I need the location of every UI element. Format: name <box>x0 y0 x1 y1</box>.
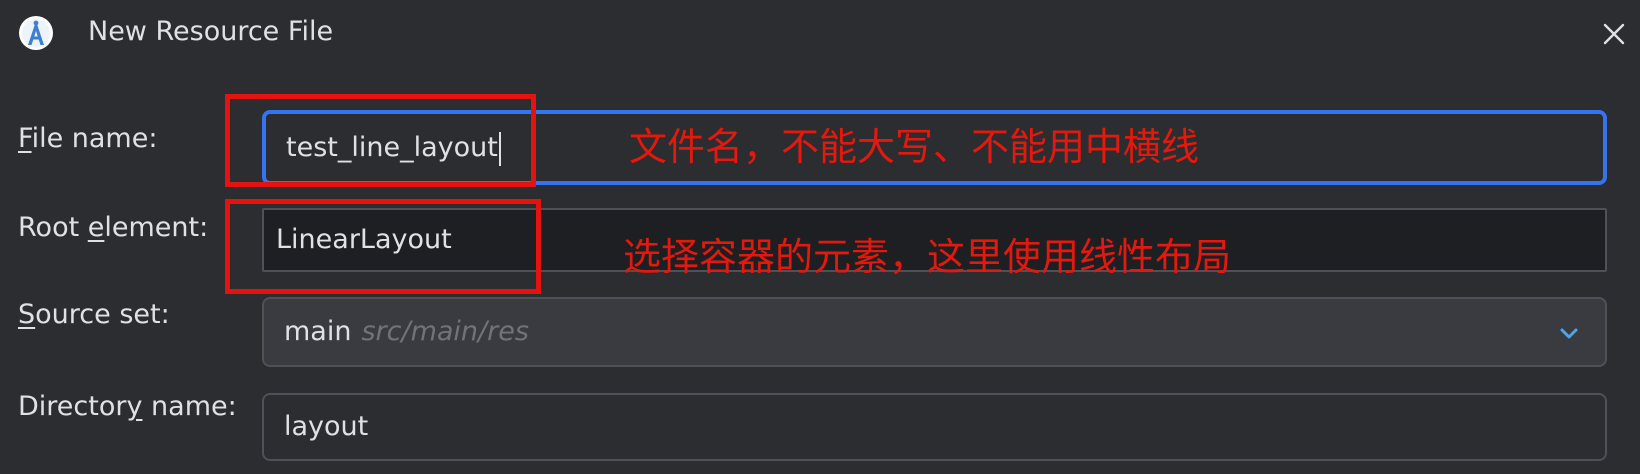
directory-name-input[interactable]: layout <box>262 393 1607 461</box>
dialog-title: New Resource File <box>88 16 334 47</box>
source-set-path-hint: src/main/res <box>361 316 529 347</box>
directory-name-label: Directory name: <box>18 391 237 422</box>
close-icon[interactable] <box>1598 18 1630 50</box>
file-name-value: test_line_layout <box>286 132 498 163</box>
dialog-title-bar: New Resource File <box>0 0 1640 66</box>
source-set-label: Source set: <box>18 299 170 330</box>
chevron-down-icon[interactable] <box>1555 319 1583 347</box>
source-set-value: main <box>284 316 352 347</box>
file-name-annotation: 文件名，不能大写、不能用中横线 <box>629 125 1200 169</box>
android-studio-icon <box>18 15 54 51</box>
text-caret <box>498 131 501 166</box>
source-set-dropdown[interactable]: main src/main/res <box>262 297 1607 367</box>
file-name-label: File name: <box>18 123 158 154</box>
root-element-label: Root element: <box>18 212 209 243</box>
root-element-annotation: 选择容器的元素，这里使用线性布局 <box>623 235 1232 279</box>
root-element-value: LinearLayout <box>276 224 452 255</box>
directory-name-value: layout <box>284 411 369 442</box>
